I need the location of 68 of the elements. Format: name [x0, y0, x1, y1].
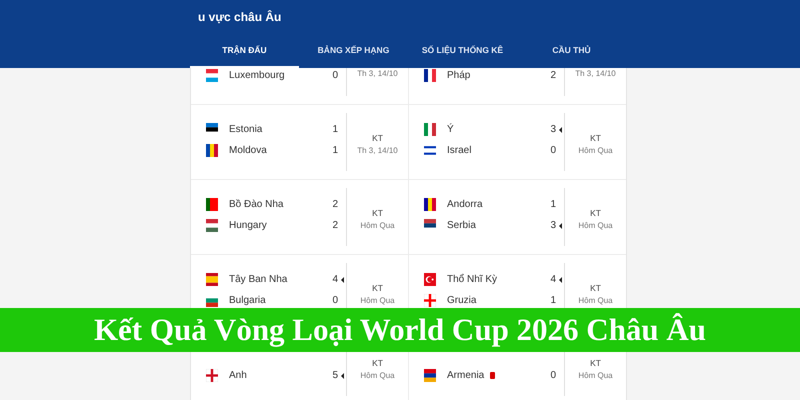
flag-icon	[424, 369, 436, 382]
match-date: Th 3, 14/10	[357, 146, 398, 155]
team-name: Hungary	[229, 220, 267, 231]
team-name: Thổ Nhĩ Kỳ	[447, 274, 498, 285]
score: 0	[549, 145, 556, 156]
score: 4	[331, 274, 338, 285]
flag-icon	[206, 144, 218, 157]
tab[interactable]: CẦU THỦ	[517, 34, 626, 68]
score: 0	[331, 70, 338, 81]
flag-icon	[424, 273, 436, 286]
score: 3	[549, 220, 556, 231]
team-name: Serbia	[447, 220, 476, 231]
match-date: Hôm Qua	[578, 146, 613, 155]
match-date: Th 3, 14/10	[357, 69, 398, 78]
match-status: KT	[372, 358, 383, 368]
match-status: KT	[372, 133, 383, 143]
tab[interactable]: BẢNG XẾP HẠNG	[299, 34, 408, 68]
team-name: Armenia	[447, 370, 484, 381]
team-name: Ý	[447, 124, 454, 135]
team-name: Gruzia	[447, 295, 476, 306]
match-status: KT	[372, 283, 383, 293]
flag-icon	[206, 369, 218, 382]
score: 2	[331, 220, 338, 231]
match-status: KT	[590, 208, 601, 218]
match-date: Th 3, 14/10	[575, 69, 616, 78]
match-status: KT	[590, 133, 601, 143]
team-name: Bulgaria	[229, 295, 266, 306]
match-date: Hôm Qua	[578, 221, 613, 230]
team-name: Anh	[229, 370, 247, 381]
match-date: Hôm Qua	[360, 296, 395, 305]
flag-icon	[424, 69, 436, 82]
flag-icon	[206, 219, 218, 232]
flag-icon	[206, 273, 218, 286]
score: 0	[331, 295, 338, 306]
match-date: Hôm Qua	[360, 221, 395, 230]
score: 5	[331, 370, 338, 381]
team-name: Estonia	[229, 124, 262, 135]
score: 0	[549, 370, 556, 381]
match-date: Hôm Qua	[578, 296, 613, 305]
match-status: KT	[590, 358, 601, 368]
page-title: u vực châu Âu	[198, 10, 282, 24]
team-name: Pháp	[447, 70, 470, 81]
flag-icon	[424, 198, 436, 211]
match-date: Hôm Qua	[578, 371, 613, 380]
score: 1	[549, 199, 556, 210]
flag-icon	[206, 198, 218, 211]
team-name: Bồ Đào Nha	[229, 199, 284, 210]
score: 1	[549, 295, 556, 306]
match-status: KT	[372, 208, 383, 218]
score: 2	[549, 70, 556, 81]
score: 1	[331, 145, 338, 156]
team-name: Israel	[447, 145, 472, 156]
title-banner: Kết Quả Vòng Loại World Cup 2026 Châu Âu	[0, 308, 800, 352]
score: 1	[331, 124, 338, 135]
team-name: Luxembourg	[229, 70, 285, 81]
flag-icon	[424, 144, 436, 157]
score: 3	[549, 124, 556, 135]
score: 2	[331, 199, 338, 210]
team-name: Andorra	[447, 199, 483, 210]
team-name: Tây Ban Nha	[229, 274, 288, 285]
team-name: Moldova	[229, 145, 267, 156]
score: 4	[549, 274, 556, 285]
match-status: KT	[590, 283, 601, 293]
tab[interactable]: SỐ LIỆU THỐNG KÊ	[408, 34, 517, 68]
flag-icon	[206, 69, 218, 82]
flag-icon	[424, 294, 436, 307]
match-date: Hôm Qua	[360, 371, 395, 380]
flag-icon	[424, 123, 436, 136]
